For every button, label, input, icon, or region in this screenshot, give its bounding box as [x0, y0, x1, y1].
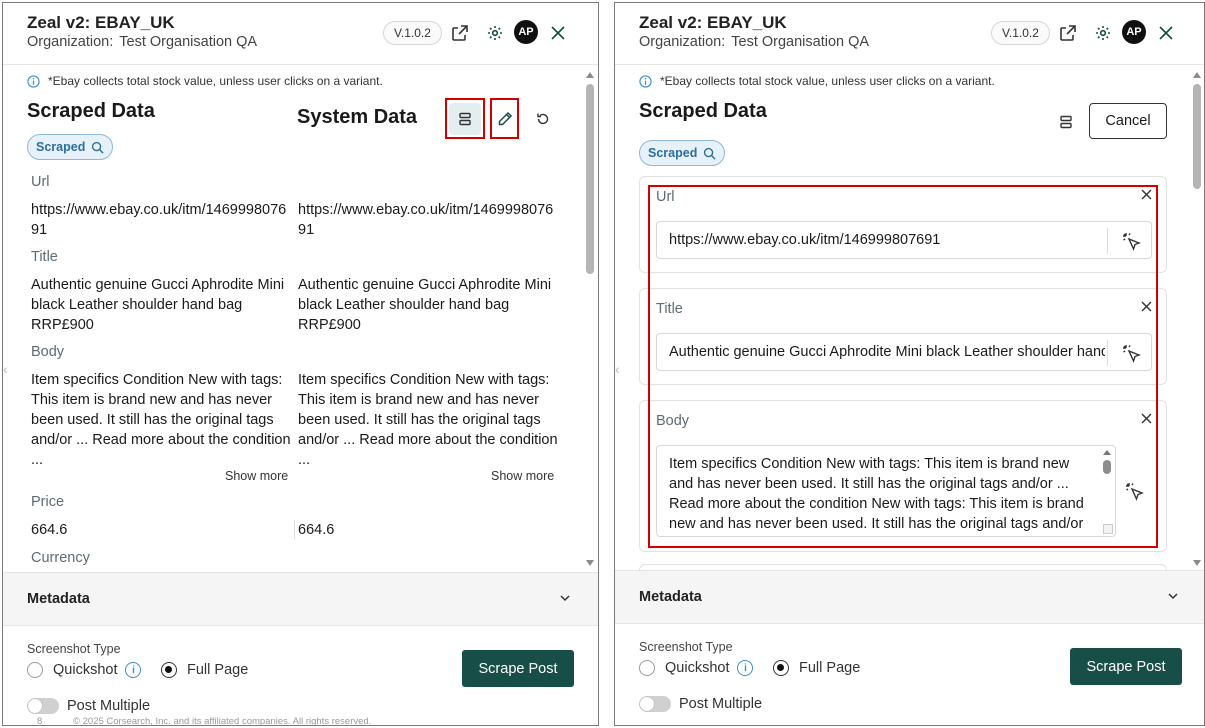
organization: Organization: Test Organisation QA	[639, 34, 869, 50]
price-divider	[294, 520, 295, 540]
price-label: Price	[31, 494, 65, 510]
header: Zeal v2: EBAY_UK Organization: Test Organ…	[3, 3, 598, 65]
info-note: *Ebay collects total stock value, unless…	[639, 74, 995, 88]
scraped-chip[interactable]: Scraped	[639, 140, 726, 166]
url-system: https://www.ebay.co.uk/itm/146999807691	[298, 202, 554, 238]
content-scrollbar[interactable]	[585, 72, 595, 566]
radio-circle	[27, 662, 43, 678]
left-panel: Zeal v2: EBAY_UK Organization: Test Organ…	[2, 2, 599, 726]
scrape-post-button[interactable]: Scrape Post	[1070, 648, 1182, 685]
version-badge: V.1.0.2	[383, 21, 442, 45]
fullpage-label: Full Page	[187, 662, 249, 678]
close-icon[interactable]	[1154, 21, 1178, 45]
price-system: 664.6	[298, 522, 335, 538]
post-multiple-label: Post Multiple	[679, 696, 763, 712]
metadata-label: Metadata	[639, 589, 702, 605]
fullpage-radio[interactable]: Full Page	[161, 662, 248, 678]
content-scroll: *Ebay collects total stock value, unless…	[3, 66, 598, 571]
content-scroll: *Ebay collects total stock value, unless…	[615, 66, 1204, 571]
screenshot-type-label: Screenshot Type	[639, 640, 733, 654]
info-icon[interactable]: i	[125, 662, 142, 678]
url-label: Url	[31, 174, 50, 190]
org-value: Test Organisation QA	[119, 34, 258, 50]
highlight-editable-fields	[648, 185, 1158, 548]
app-title: Zeal v2: EBAY_UK	[639, 13, 787, 32]
show-more-scraped[interactable]: Show more	[225, 469, 288, 483]
avatar[interactable]: AP	[1122, 20, 1146, 44]
collapse-arrow-icon[interactable]: ‹	[615, 361, 620, 377]
info-note: *Ebay collects total stock value, unless…	[27, 74, 383, 88]
fullpage-radio[interactable]: Full Page	[773, 660, 860, 676]
org-label: Organization:	[27, 34, 114, 50]
info-note-text: *Ebay collects total stock value, unless…	[660, 74, 995, 88]
close-icon[interactable]	[546, 21, 570, 45]
title-scraped: Authentic genuine Gucci Aphrodite Mini b…	[31, 277, 285, 333]
system-data-heading: System Data	[297, 106, 418, 128]
header: Zeal v2: EBAY_UK Organization: Test Organ…	[615, 3, 1204, 65]
search-icon	[92, 141, 104, 154]
title-label: Title	[31, 249, 58, 265]
toggle-switch	[27, 698, 59, 714]
radio-circle	[639, 660, 655, 676]
reset-button[interactable]	[531, 107, 555, 131]
currency-label: Currency	[31, 550, 90, 566]
app-title: Zeal v2: EBAY_UK	[27, 13, 175, 32]
price-scraped: 664.6	[31, 522, 68, 538]
title-system: Authentic genuine Gucci Aphrodite Mini b…	[298, 277, 552, 333]
info-icon[interactable]: i	[737, 660, 754, 676]
post-multiple-toggle[interactable]: Post Multiple	[639, 696, 762, 712]
info-icon	[27, 74, 40, 88]
org-value: Test Organisation QA	[731, 34, 870, 50]
post-multiple-toggle[interactable]: Post Multiple	[27, 698, 150, 714]
chip-label: Scraped	[36, 140, 86, 154]
page-number: 8	[37, 716, 43, 726]
show-more-system[interactable]: Show more	[491, 469, 554, 483]
split-view-button[interactable]	[1055, 110, 1077, 134]
quickshot-label: Quickshot	[665, 660, 730, 676]
body-label: Body	[31, 344, 65, 360]
organization: Organization: Test Organisation QA	[27, 34, 257, 50]
collapse-arrow-icon[interactable]: ‹	[3, 361, 8, 377]
chip-label: Scraped	[648, 146, 698, 160]
quickshot-radio[interactable]: Quickshot i	[27, 662, 142, 678]
right-panel: Zeal v2: EBAY_UK Organization: Test Organ…	[614, 2, 1205, 726]
chevron-down-icon	[1168, 593, 1178, 600]
fullpage-label: Full Page	[799, 660, 861, 676]
metadata-section[interactable]: Metadata	[615, 570, 1204, 624]
version-badge: V.1.0.2	[991, 21, 1050, 45]
url-scraped: https://www.ebay.co.uk/itm/146999807691	[31, 202, 287, 238]
chevron-down-icon	[560, 595, 570, 602]
search-icon	[704, 147, 716, 160]
refresh-icon	[537, 113, 549, 125]
quickshot-label: Quickshot	[53, 662, 118, 678]
split-view-icon	[1060, 115, 1072, 129]
avatar[interactable]: AP	[514, 20, 538, 44]
toggle-switch	[639, 696, 671, 712]
scraped-data-heading: Scraped Data	[27, 100, 155, 122]
highlight-split-view	[445, 98, 485, 139]
info-icon	[639, 74, 652, 88]
scrape-post-button[interactable]: Scrape Post	[462, 650, 574, 687]
metadata-section[interactable]: Metadata	[3, 572, 598, 626]
scraped-data-heading: Scraped Data	[639, 100, 767, 122]
copyright: © 2025 Corsearch, Inc. and its affiliate…	[73, 716, 372, 726]
radio-circle-selected	[773, 660, 789, 676]
metadata-label: Metadata	[27, 591, 90, 607]
screenshot-type-label: Screenshot Type	[27, 642, 121, 656]
cancel-button[interactable]: Cancel	[1089, 103, 1167, 139]
gear-icon[interactable]	[483, 21, 507, 45]
highlight-edit	[490, 98, 519, 139]
scraped-chip[interactable]: Scraped	[27, 134, 114, 160]
open-external-icon[interactable]	[1056, 21, 1080, 45]
post-multiple-label: Post Multiple	[67, 698, 151, 714]
quickshot-radio[interactable]: Quickshot i	[639, 660, 754, 676]
content-scrollbar[interactable]	[1192, 72, 1202, 566]
radio-circle-selected	[161, 662, 177, 678]
org-label: Organization:	[639, 34, 726, 50]
open-external-icon[interactable]	[448, 21, 472, 45]
gear-icon[interactable]	[1091, 21, 1115, 45]
info-note-text: *Ebay collects total stock value, unless…	[48, 74, 383, 88]
body-scraped: Item specifics Condition New with tags: …	[31, 372, 291, 468]
body-system: Item specifics Condition New with tags: …	[298, 372, 558, 468]
